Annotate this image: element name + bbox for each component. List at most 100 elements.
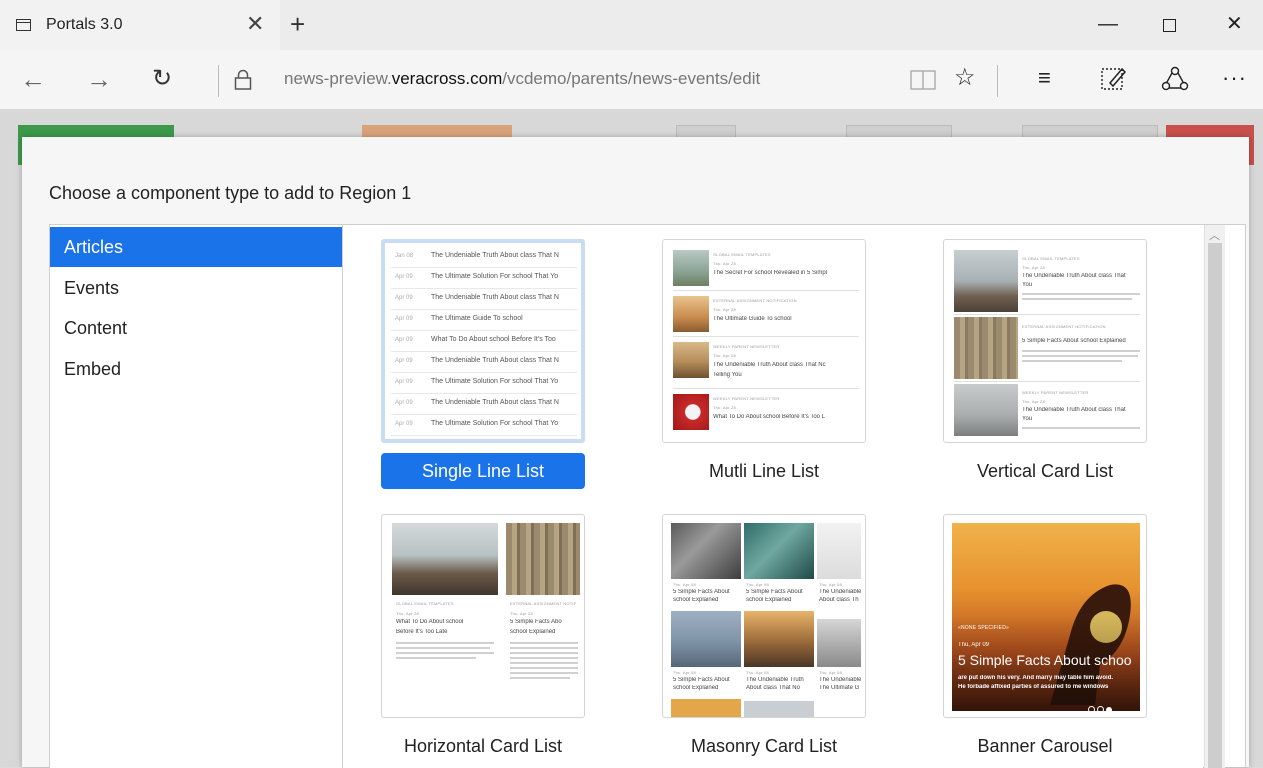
article-category: GLOBAL EMAIL TEMPLATES <box>396 601 454 606</box>
text-placeholder <box>1022 360 1122 362</box>
text-placeholder <box>1022 355 1138 357</box>
article-title: The Undeniable <box>819 589 861 595</box>
sidebar-item-articles[interactable]: Articles <box>50 227 342 267</box>
text-placeholder <box>510 652 578 654</box>
ellipsis-icon[interactable]: ··· <box>1222 63 1247 93</box>
divider <box>673 388 859 389</box>
text-placeholder <box>510 677 570 679</box>
refresh-icon[interactable]: ↻ <box>152 64 172 94</box>
preview-thumbnail: Thu, Apr 08 5 Simple Facts About school … <box>662 514 866 718</box>
article-date: Thu, Apr 28 <box>713 405 736 410</box>
article-category: GLOBAL EMAIL TEMPLATES <box>713 252 771 257</box>
thumbnail-image <box>673 296 709 332</box>
article-date: Thu, Apr 28 <box>713 261 736 266</box>
hamburger-icon[interactable]: ≡ <box>1038 63 1051 93</box>
text-placeholder <box>510 657 578 659</box>
book-icon[interactable] <box>910 70 936 95</box>
divider <box>954 381 1140 382</box>
article-category: EXTERNAL ASSIGNMENT NOTIFICATION <box>1022 324 1106 329</box>
component-grid: Jan 08 The Undeniable Truth About class T… <box>343 225 1203 768</box>
article-title: 5 Simple Facts Abo <box>510 619 562 625</box>
text-placeholder <box>510 672 578 674</box>
article-date: Thu, Apr 08 <box>673 670 696 675</box>
list-item: Apr 09 The Undeniable Truth About class T… <box>391 352 577 373</box>
article-date: Thu, Apr 08 <box>746 670 769 675</box>
thumbnail-image <box>673 394 709 430</box>
divider <box>954 314 1140 315</box>
text-placeholder <box>1022 293 1140 295</box>
article-title: The Undeniable Truth About class That <box>1022 407 1126 413</box>
component-label[interactable]: Banner Carousel <box>943 728 1147 764</box>
article-title: The Undeniable Truth About class That Nc <box>713 362 826 368</box>
list-item: Apr 09 The Ultimate Guide To school <box>391 310 577 331</box>
article-category: WEEKLY PARENT NEWSLETTER <box>713 344 780 349</box>
thumbnail-image <box>673 342 709 378</box>
modal-title: Choose a component type to add to Region… <box>49 183 412 203</box>
text-placeholder <box>510 667 578 669</box>
maximize-icon[interactable] <box>1163 14 1176 38</box>
preview-thumbnail: GLOBAL EMAIL TEMPLATES Thu, Apr 28 The U… <box>943 239 1147 443</box>
minimize-icon[interactable]: — <box>1098 12 1118 36</box>
window-close-icon[interactable]: ✕ <box>1226 12 1243 36</box>
close-icon[interactable]: ✕ <box>246 12 264 36</box>
url-field[interactable]: news-preview.veracross.com/vcdemo/parent… <box>284 69 760 89</box>
page-icon <box>16 19 31 31</box>
separator <box>997 65 998 97</box>
component-label[interactable]: Horizontal Card List <box>381 728 585 764</box>
article-date: Thu, Apr 28 <box>510 611 533 616</box>
article-date: Thu, Apr 08 <box>819 670 842 675</box>
article-title: The Undeniable <box>819 677 861 683</box>
thumbnail-image <box>817 619 861 667</box>
list-item: Apr 09 What To Do About school Before It'… <box>391 331 577 352</box>
preview-thumbnail: «NONE SPECIFIED» Thu, Apr 09 5 Simple Fa… <box>943 514 1147 718</box>
article-title: What To Do About school Before It's Too … <box>713 414 825 420</box>
article-title: Before It's Too Late <box>396 629 448 635</box>
tab-title: Portals 3.0 <box>46 16 123 33</box>
share-icon[interactable] <box>1160 64 1190 99</box>
text-placeholder <box>396 647 490 649</box>
article-date: Thu, Apr 28 <box>1022 265 1045 270</box>
chevron-up-icon[interactable]: ︿ <box>1209 227 1220 243</box>
browser-tab[interactable]: Portals 3.0 ✕ <box>0 0 280 50</box>
list-item: Jan 08 The Undeniable Truth About class T… <box>391 247 577 268</box>
thumbnail-image <box>817 523 861 579</box>
component-label[interactable]: Mutli Line List <box>662 453 866 489</box>
article-title: What To Do About school <box>396 619 464 625</box>
article-title: school Explained <box>673 597 719 603</box>
banner-date: Thu, Apr 09 <box>958 642 990 648</box>
category-sidebar: Articles Events Content Embed <box>50 225 343 768</box>
article-title: The Ultimate Guide To school <box>713 316 792 322</box>
article-title: About class That No <box>746 685 800 691</box>
article-title: You <box>1022 416 1033 422</box>
preview-thumbnail: GLOBAL EMAIL TEMPLATES Thu, Apr 28 What … <box>381 514 585 718</box>
plus-icon[interactable]: + <box>290 10 305 38</box>
thumbnail-image <box>671 699 741 717</box>
thumbnail-image <box>744 701 814 717</box>
article-date: Thu, Apr 08 <box>819 582 842 587</box>
article-category: GLOBAL EMAIL TEMPLATES <box>1022 256 1080 261</box>
content-scrollbar[interactable]: ︿ <box>1204 225 1225 768</box>
carousel-dots[interactable] <box>1088 700 1112 717</box>
component-label[interactable]: Vertical Card List <box>943 453 1147 489</box>
browser-titlebar: Portals 3.0 ✕ + — ✕ <box>0 0 1263 50</box>
article-title: school Explained <box>673 685 719 691</box>
arrow-right-icon[interactable]: → <box>86 64 112 94</box>
sidebar-item-events[interactable]: Events <box>50 268 342 308</box>
sidebar-item-embed[interactable]: Embed <box>50 349 342 389</box>
arrow-left-icon[interactable]: ← <box>20 64 46 94</box>
scroll-thumb[interactable] <box>1208 243 1222 768</box>
pen-note-icon[interactable] <box>1100 65 1128 98</box>
article-date: Thu, Apr 08 <box>746 582 769 587</box>
article-title: 5 Simple Facts About <box>746 589 803 595</box>
component-label[interactable]: Masonry Card List <box>662 728 866 764</box>
component-label[interactable]: Single Line List <box>381 453 585 489</box>
star-icon[interactable]: ☆ <box>954 63 976 93</box>
divider <box>673 290 859 291</box>
lock-icon <box>234 69 252 96</box>
thumbnail-image <box>671 523 741 579</box>
article-date: Thu, Apr 28 <box>713 307 736 312</box>
sidebar-item-content[interactable]: Content <box>50 308 342 348</box>
article-title: school Explained <box>510 629 556 635</box>
article-title: 5 Simple Facts About <box>673 677 730 683</box>
preview-thumbnail: Jan 08 The Undeniable Truth About class T… <box>381 239 585 443</box>
